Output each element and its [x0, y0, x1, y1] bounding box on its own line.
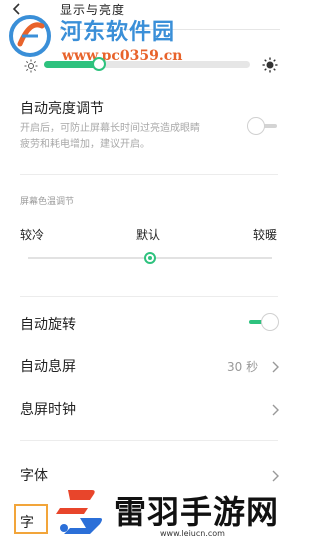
- promo-title: 雷羽手游网: [114, 493, 280, 531]
- color-temperature-slider-thumb[interactable]: [144, 252, 156, 264]
- toggle-knob: [261, 313, 279, 331]
- brightness-low-icon: [24, 58, 38, 73]
- promo-logo-icon: [50, 484, 106, 538]
- brightness-slider[interactable]: [44, 61, 250, 68]
- watermark-site-name: 河东软件园: [60, 20, 176, 45]
- promo-watermark: 雷羽手游网 www.leiucn.com: [0, 478, 294, 544]
- auto-rotate-toggle[interactable]: [247, 313, 279, 331]
- section-divider: [20, 296, 278, 297]
- chevron-right-icon: [270, 402, 280, 416]
- auto-brightness-toggle[interactable]: [247, 117, 279, 135]
- color-temp-warm-label: 较暖: [253, 228, 278, 242]
- promo-url: www.leiucn.com: [160, 529, 225, 538]
- brightness-slider-thumb[interactable]: [92, 57, 106, 71]
- brightness-high-icon: [262, 57, 278, 73]
- screen-timeout-value: 30 秒: [227, 360, 259, 374]
- brightness-slider-row: [0, 52, 294, 78]
- section-divider: [20, 174, 278, 175]
- auto-brightness-description-line1: 开启后，可防止屏幕长时间过亮造成眼睛: [20, 123, 200, 134]
- auto-rotate-title: 自动旋转: [20, 317, 76, 333]
- color-temperature-section-label: 屏幕色温调节: [20, 197, 75, 207]
- color-temp-cool-label: 较冷: [20, 228, 45, 242]
- toggle-knob: [247, 117, 265, 135]
- screen-off-clock-title[interactable]: 息屏时钟: [20, 399, 76, 419]
- auto-brightness-description-line2: 疲劳和耗电增加，建议开启。: [20, 139, 150, 150]
- brightness-slider-fill: [44, 61, 99, 68]
- chevron-right-icon: [270, 359, 280, 373]
- screen-timeout-title[interactable]: 自动息屏: [20, 356, 76, 376]
- auto-brightness-title: 自动亮度调节: [20, 101, 104, 117]
- color-temp-default-label: 默认: [136, 228, 161, 242]
- section-divider: [20, 440, 278, 441]
